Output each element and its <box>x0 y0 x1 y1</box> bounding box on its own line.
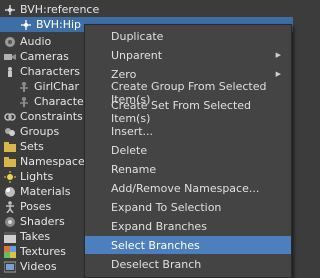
material-icon <box>4 186 16 198</box>
character-icon <box>4 66 16 78</box>
group-icon <box>4 126 16 138</box>
menu-item-delete[interactable]: Delete <box>85 141 291 159</box>
tree-item-label: Shaders <box>20 215 65 228</box>
tree-item-label: BVH:reference <box>20 3 100 16</box>
menu-item-expand-branches[interactable]: Expand Branches <box>85 217 291 235</box>
take-icon <box>4 231 16 243</box>
tree-item-label: Constraints <box>20 110 83 123</box>
tree-item-label: GirlChar <box>34 80 80 93</box>
joint-icon <box>4 4 16 16</box>
submenu-arrow-icon: ▶ <box>275 51 281 59</box>
menu-item-add-remove-namespace[interactable]: Add/Remove Namespace... <box>85 179 291 197</box>
menu-item-insert[interactable]: Insert... <box>85 122 291 140</box>
character-icon <box>18 96 30 108</box>
folder-icon <box>4 141 16 153</box>
tree-item-label: Poses <box>20 200 52 213</box>
tree-item-label: Character <box>34 95 89 108</box>
tree-item-label: Materials <box>20 185 71 198</box>
tree-item-label: Namespaces <box>20 155 91 168</box>
character-icon <box>18 81 30 93</box>
tree-item-label: Cameras <box>20 50 69 63</box>
tree-item-label: Groups <box>20 125 60 138</box>
texture-icon <box>4 245 16 258</box>
menu-item-rename[interactable]: Rename <box>85 160 291 178</box>
tree-item-label: Lights <box>20 170 54 183</box>
tree-item-label: Textures <box>20 245 66 258</box>
tree-item-label: BVH:Hip <box>36 18 82 31</box>
shader-icon <box>4 216 16 228</box>
menu-item-create-set[interactable]: Create Set From Selected Item(s) <box>85 99 291 125</box>
menu-item-deselect-branch[interactable]: Deselect Branch <box>85 255 291 273</box>
light-icon <box>4 170 16 183</box>
audio-icon <box>4 36 16 48</box>
tree-item-label: Videos <box>20 260 57 273</box>
submenu-arrow-icon: ▶ <box>275 70 281 78</box>
video-icon <box>3 261 17 273</box>
pose-icon <box>4 200 16 213</box>
folder-icon <box>4 156 16 168</box>
menu-item-expand-to-selection[interactable]: Expand To Selection <box>85 198 291 216</box>
tree-item-label: Characters <box>20 65 81 78</box>
context-menu: Duplicate Unparent ▶ Zero ▶ Create Group F… <box>84 24 292 278</box>
tree-item-bvh-reference[interactable]: BVH:reference <box>0 2 297 17</box>
tree-item-label: Sets <box>20 140 44 153</box>
tree-item-label: Audio <box>20 35 52 48</box>
tree-item-label: Takes <box>20 230 51 243</box>
menu-item-unparent[interactable]: Unparent ▶ <box>85 46 291 64</box>
constraint-icon <box>4 111 16 123</box>
camera-icon <box>4 51 16 63</box>
menu-item-duplicate[interactable]: Duplicate <box>85 27 291 45</box>
menu-item-select-branches[interactable]: Select Branches <box>85 236 291 254</box>
joint-icon <box>20 19 32 31</box>
